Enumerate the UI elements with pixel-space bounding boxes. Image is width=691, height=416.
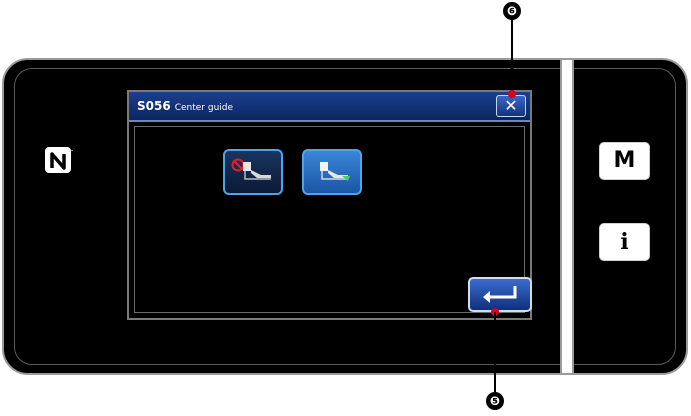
info-button[interactable]: i [599,223,650,261]
callout-number-6: ❻ [503,2,521,20]
dialog-code: S056 [137,99,171,113]
close-button[interactable]: ✕ [496,95,526,117]
callout-number-5: ❺ [486,392,504,410]
enter-icon [483,286,517,303]
dialog-title: S056 Center guide [137,99,233,113]
callout-line-6 [511,20,513,94]
close-icon: ✕ [504,96,518,115]
center-guide-off-button[interactable] [223,149,283,195]
callout-line-5 [494,312,496,392]
nfc-icon: ™ [45,147,74,173]
dialog-screen: S056 Center guide ✕ [127,90,532,320]
dialog-content [134,126,532,313]
svg-text:™: ™ [70,149,74,154]
mode-button[interactable]: M [599,142,650,180]
panel-divider [560,60,574,373]
title-bar: S056 Center guide ✕ [129,92,530,122]
dialog-name: Center guide [174,103,234,113]
callout-dot-6 [508,90,516,98]
presser-foot-no-guide-icon [231,158,271,180]
presser-foot-guide-icon [320,162,350,181]
center-guide-on-button[interactable] [302,149,362,195]
enter-button[interactable] [468,277,532,312]
